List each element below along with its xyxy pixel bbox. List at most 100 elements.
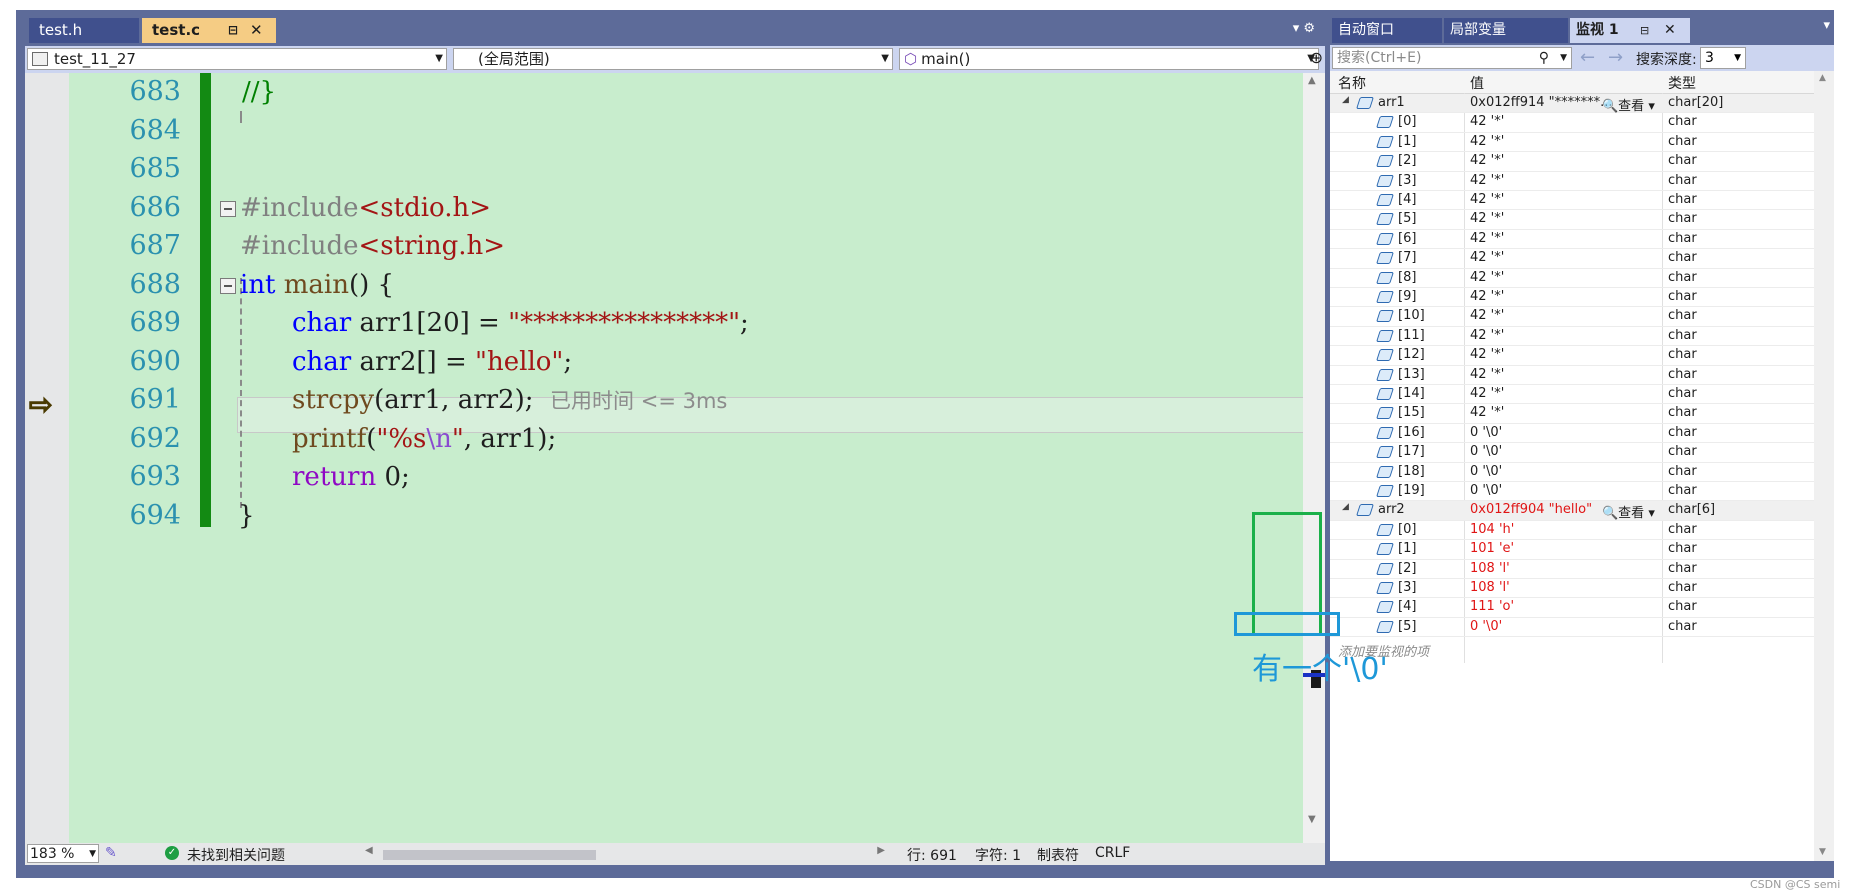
fold-toggle-icon[interactable]: [220, 200, 236, 217]
watch-value[interactable]: 0 '\0': [1470, 619, 1502, 634]
watch-row[interactable]: [1] 42 '*' char: [1330, 133, 1814, 153]
watch-row[interactable]: [8] 42 '*' char: [1330, 269, 1814, 288]
watch-row[interactable]: [13] 42 '*' char: [1330, 366, 1814, 385]
watch-row[interactable]: [9] 42 '*' char: [1330, 288, 1814, 308]
watch-row[interactable]: [6] 42 '*' char: [1330, 230, 1814, 250]
watch-value[interactable]: 104 'h': [1470, 522, 1514, 537]
scroll-down-icon[interactable]: ▼: [1308, 814, 1316, 825]
watch-value[interactable]: 42 '*': [1470, 173, 1504, 188]
scroll-right-icon[interactable]: ▶: [877, 845, 885, 856]
code-line-690[interactable]: char arr2[] = "hello";: [220, 343, 1310, 382]
pin-icon[interactable]: ⊟: [228, 18, 238, 43]
watch-row[interactable]: [0] 104 'h' char: [1330, 521, 1814, 541]
column-header-type[interactable]: 类型: [1668, 73, 1696, 93]
tab-locals[interactable]: 局部变量: [1444, 18, 1568, 43]
overflow-icon[interactable]: ▾: [1823, 18, 1830, 33]
watch-row[interactable]: [10] 42 '*' char: [1330, 307, 1814, 327]
tab-test-h[interactable]: test.h: [29, 18, 139, 43]
watch-value[interactable]: 0 '\0': [1470, 444, 1502, 459]
watch-row[interactable]: [3] 42 '*' char: [1330, 172, 1814, 191]
char-indicator[interactable]: 字符: 1: [975, 845, 1021, 865]
editor-vertical-scrollbar[interactable]: ▲ ▼: [1303, 73, 1325, 843]
code-lines[interactable]: //} #include<stdio.h> #include<string.h>…: [220, 73, 1310, 535]
code-line-687[interactable]: #include<string.h>: [220, 227, 1310, 266]
watch-value[interactable]: 0 '\0': [1470, 425, 1502, 440]
scroll-up-icon[interactable]: ▲: [1308, 75, 1316, 86]
code-line-693[interactable]: return 0;: [220, 458, 1310, 497]
watch-row[interactable]: [16] 0 '\0' char: [1330, 424, 1814, 444]
scroll-thumb[interactable]: [383, 850, 596, 860]
watch-row[interactable]: [18] 0 '\0' char: [1330, 463, 1814, 482]
watch-row[interactable]: [1] 101 'e' char: [1330, 540, 1814, 560]
back-arrow-icon[interactable]: ←: [1580, 47, 1595, 68]
tab-overflow-icon[interactable]: ▾ ⚙: [1293, 18, 1315, 40]
perf-tip[interactable]: 已用时间 <= 3ms: [550, 389, 727, 413]
watch-value[interactable]: 42 '*': [1470, 405, 1504, 420]
search-icon[interactable]: ⚲: [1539, 48, 1549, 68]
expand-triangle-icon[interactable]: ◢: [1342, 502, 1349, 512]
view-button[interactable]: 🔍查看 ▾: [1602, 502, 1655, 521]
line-indicator[interactable]: 行: 691: [907, 845, 957, 865]
watch-row[interactable]: [5] 0 '\0' char: [1330, 618, 1814, 638]
watch-row[interactable]: [3] 108 'l' char: [1330, 579, 1814, 599]
tab-test-c[interactable]: test.c ⊟ ✕: [142, 18, 276, 43]
watch-row[interactable]: [11] 42 '*' char: [1330, 327, 1814, 347]
watch-value[interactable]: 42 '*': [1470, 211, 1504, 226]
tab-autos[interactable]: 自动窗口: [1332, 18, 1442, 43]
view-button[interactable]: 🔍查看 ▾: [1602, 95, 1655, 114]
scope-dropdown[interactable]: (全局范围) ▼: [453, 48, 893, 70]
code-line-689[interactable]: char arr1[20] = "****************";: [220, 304, 1310, 343]
watch-row[interactable]: [0] 42 '*' char: [1330, 113, 1814, 133]
code-line-688[interactable]: int main() {: [220, 266, 1310, 305]
code-line-691[interactable]: strcpy(arr1, arr2); 已用时间 <= 3ms: [220, 381, 1310, 420]
watch-row[interactable]: [5] 42 '*' char: [1330, 210, 1814, 230]
watch-value[interactable]: 0 '\0': [1470, 483, 1502, 498]
intellicode-icon[interactable]: ✎: [105, 845, 117, 861]
code-line-684[interactable]: [220, 112, 1310, 151]
search-input[interactable]: 搜索(Ctrl+E) ⚲ ▼: [1332, 47, 1572, 69]
scroll-down-icon[interactable]: ▼: [1819, 847, 1826, 857]
watch-value[interactable]: 111 'o': [1470, 599, 1514, 614]
watch-value[interactable]: 42 '*': [1470, 289, 1504, 304]
eol-indicator[interactable]: CRLF: [1095, 845, 1130, 861]
watch-row[interactable]: [12] 42 '*' char: [1330, 346, 1814, 366]
watch-row[interactable]: [19] 0 '\0' char: [1330, 482, 1814, 502]
indicator-margin[interactable]: ⇨: [25, 73, 69, 843]
watch-value[interactable]: 0 '\0': [1470, 464, 1502, 479]
watch-row[interactable]: ◢ arr1 0x012ff914 "*******... 🔍查看 ▾ char[20]: [1330, 94, 1814, 114]
forward-arrow-icon[interactable]: →: [1608, 47, 1623, 68]
watch-value[interactable]: 0x012ff904 "hello": [1470, 502, 1592, 517]
watch-row[interactable]: [4] 111 'o' char: [1330, 598, 1814, 618]
watch-row[interactable]: [2] 108 'l' char: [1330, 560, 1814, 579]
watch-value[interactable]: 42 '*': [1470, 231, 1504, 246]
code-area[interactable]: ⇨ 683 684 685 686 687 688 689 690 691 69…: [25, 73, 1325, 843]
watch-value[interactable]: 42 '*': [1470, 153, 1504, 168]
watch-row[interactable]: [17] 0 '\0' char: [1330, 443, 1814, 463]
function-dropdown[interactable]: ⬡ main() ▼: [899, 48, 1319, 70]
code-line-692[interactable]: printf("%s\n", arr1);: [220, 420, 1310, 459]
watch-value[interactable]: 42 '*': [1470, 386, 1504, 401]
code-line-683[interactable]: //}: [220, 73, 1310, 112]
watch-row[interactable]: [14] 42 '*' char: [1330, 385, 1814, 405]
column-header-value[interactable]: 值: [1470, 73, 1484, 93]
watch-value[interactable]: 42 '*': [1470, 328, 1504, 343]
expand-triangle-icon[interactable]: ◢: [1342, 95, 1349, 105]
watch-value[interactable]: 42 '*': [1470, 134, 1504, 149]
scroll-up-icon[interactable]: ▲: [1819, 73, 1826, 83]
watch-row[interactable]: [15] 42 '*' char: [1330, 404, 1814, 424]
watch-value[interactable]: 42 '*': [1470, 270, 1504, 285]
code-line-685[interactable]: [220, 150, 1310, 189]
editor-horizontal-scrollbar[interactable]: ◀ ▶: [365, 845, 885, 861]
code-line-686[interactable]: #include<stdio.h>: [220, 189, 1310, 228]
watch-value[interactable]: 101 'e': [1470, 541, 1514, 556]
search-depth-dropdown[interactable]: 3 ▼: [1700, 47, 1746, 69]
fold-toggle-icon[interactable]: [220, 277, 236, 294]
watch-value[interactable]: 108 'l': [1470, 561, 1510, 576]
watch-value[interactable]: 42 '*': [1470, 250, 1504, 265]
project-dropdown[interactable]: test_11_27 ▼: [27, 48, 447, 70]
issues-status[interactable]: 未找到相关问题: [187, 845, 285, 865]
zoom-dropdown[interactable]: 183 % ▼: [27, 844, 99, 863]
watch-value[interactable]: 42 '*': [1470, 367, 1504, 382]
pin-icon[interactable]: ⊟: [1640, 18, 1649, 43]
close-icon[interactable]: ✕: [1664, 18, 1676, 43]
